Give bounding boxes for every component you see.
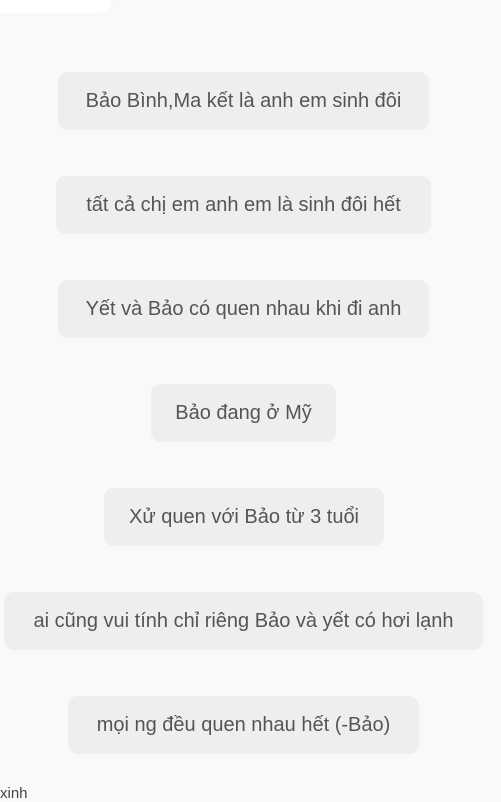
message-text: Yết và Bảo có quen nhau khi đi anh <box>85 298 402 320</box>
message-text: Bảo đang ở Mỹ <box>175 402 312 424</box>
message-text: ai cũng vui tính chỉ riêng Bảo và yết có… <box>33 610 454 632</box>
message-chip[interactable]: mọi ng đều quen nhau hết (-Bảo) <box>68 696 419 754</box>
message-text: mọi ng đều quen nhau hết (-Bảo) <box>96 714 391 736</box>
footer-label: xinh <box>0 785 28 802</box>
message-text: Xử quen với Bảo từ 3 tuổi <box>128 506 360 528</box>
message-chip[interactable]: ai cũng vui tính chỉ riêng Bảo và yết có… <box>4 592 483 650</box>
top-card <box>0 0 112 13</box>
message-chip[interactable]: Yết và Bảo có quen nhau khi đi anh <box>58 280 429 338</box>
message-chip[interactable]: Bảo Bình,Ma kết là anh em sinh đôi <box>58 72 429 130</box>
message-text: Bảo Bình,Ma kết là anh em sinh đôi <box>85 90 402 112</box>
message-chip[interactable]: Bảo đang ở Mỹ <box>151 384 336 442</box>
message-text: tất cả chị em anh em là sinh đôi hết <box>86 194 401 216</box>
message-chip[interactable]: Xử quen với Bảo từ 3 tuổi <box>104 488 384 546</box>
message-chip[interactable]: tất cả chị em anh em là sinh đôi hết <box>56 176 431 234</box>
